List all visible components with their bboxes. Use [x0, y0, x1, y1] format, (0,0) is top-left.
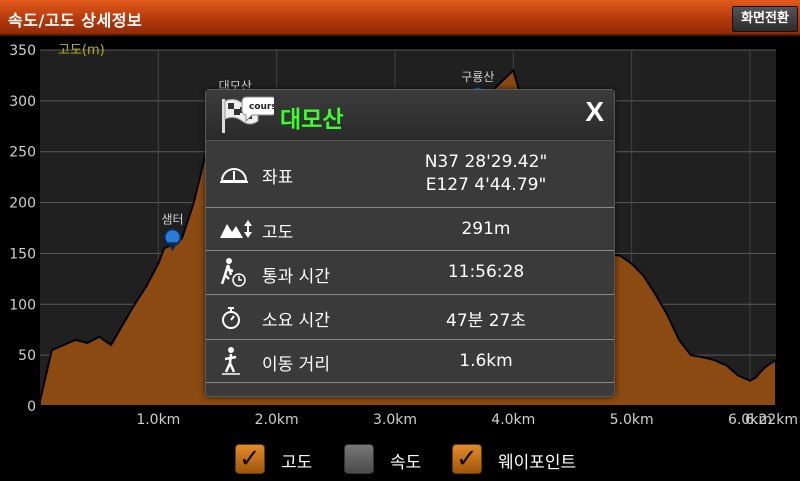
elapsed-time-label: 소요 시간: [262, 311, 330, 331]
altitude-label: 고도: [262, 223, 294, 243]
waypoint-detail-popup: course 대모산 X 좌표 N37 28'29.42" E127 4'44.…: [205, 89, 615, 397]
altitude-icon: [220, 220, 252, 238]
elapsed-time-value: 47분 27초: [446, 311, 526, 331]
pass-time-row: 통과 시간 11:56:28: [206, 251, 614, 295]
altitude-checkbox[interactable]: ✓: [235, 444, 265, 474]
screen-switch-button[interactable]: 화면전환: [732, 6, 798, 32]
waypoint-label: 샘터: [161, 212, 183, 226]
y-tick-label: 0: [27, 399, 36, 415]
altitude-value: 291m: [461, 219, 511, 239]
course-flag-icon: course: [222, 96, 274, 133]
x-tick-label: 4.0km: [491, 412, 535, 428]
coordinate-row: 좌표 N37 28'29.42" E127 4'44.79": [206, 141, 614, 208]
pass-time-label: 통과 시간: [262, 267, 330, 287]
waypoint-checkbox[interactable]: ✓: [452, 444, 482, 474]
stopwatch-icon: [222, 307, 240, 329]
y-tick-label: 50: [18, 348, 36, 364]
coordinate-lon-value: E127 4'44.79": [425, 175, 547, 195]
y-tick-label: 350: [9, 43, 36, 59]
y-tick-label: 100: [9, 297, 36, 313]
check-icon: ✓: [456, 444, 478, 474]
distance-row: 이동 거리 1.6km: [206, 340, 614, 383]
elapsed-time-row: 소요 시간 47분 27초: [206, 295, 614, 340]
gauge-icon: [220, 168, 248, 183]
x-axis-ticks: 1.0km 2.0km 3.0km 4.0km 5.0km 6.0km6.22km: [136, 412, 798, 428]
popup-header: course 대모산 X: [206, 90, 614, 141]
x-tick-label: 3.0km: [373, 412, 417, 428]
speed-toggle-label[interactable]: 속도: [390, 448, 421, 473]
y-axis-label: 고도(m): [58, 43, 105, 58]
distance-label: 이동 거리: [262, 355, 330, 375]
waypoint-toggle-label[interactable]: 웨이포인트: [498, 448, 576, 473]
altitude-toggle-label[interactable]: 고도: [281, 448, 312, 473]
coordinate-lat-value: N37 28'29.42": [424, 152, 548, 172]
screen-title: 속도/고도 상세정보: [8, 11, 143, 30]
check-icon: ✓: [239, 444, 261, 474]
waypoint-label: 구룡산: [461, 70, 494, 84]
distance-value: 1.6km: [459, 351, 513, 371]
hiker-clock-icon: [220, 258, 246, 287]
x-tick-label: 6.22km: [745, 412, 798, 428]
chart-legend: ✓ 고도 속도 ✓ 웨이포인트: [0, 442, 800, 476]
y-axis-ticks: 350 300 250 200 150 100 50 0: [9, 43, 36, 415]
title-bar: 속도/고도 상세정보 화면전환: [0, 0, 800, 36]
walker-icon: [222, 347, 240, 375]
course-badge-text: course: [249, 102, 274, 112]
x-tick-label: 2.0km: [255, 412, 299, 428]
y-tick-label: 150: [9, 246, 36, 262]
y-tick-label: 250: [9, 145, 36, 161]
x-tick-label: 1.0km: [136, 412, 180, 428]
coordinate-label: 좌표: [262, 168, 294, 188]
x-tick-label: 5.0km: [610, 412, 654, 428]
altitude-row: 고도 291m: [206, 208, 614, 251]
y-tick-label: 200: [9, 196, 36, 212]
popup-title: 대모산: [280, 107, 344, 133]
pass-time-value: 11:56:28: [447, 262, 525, 282]
y-tick-label: 300: [9, 94, 36, 110]
close-button[interactable]: X: [585, 96, 604, 128]
speed-checkbox[interactable]: [344, 444, 374, 474]
